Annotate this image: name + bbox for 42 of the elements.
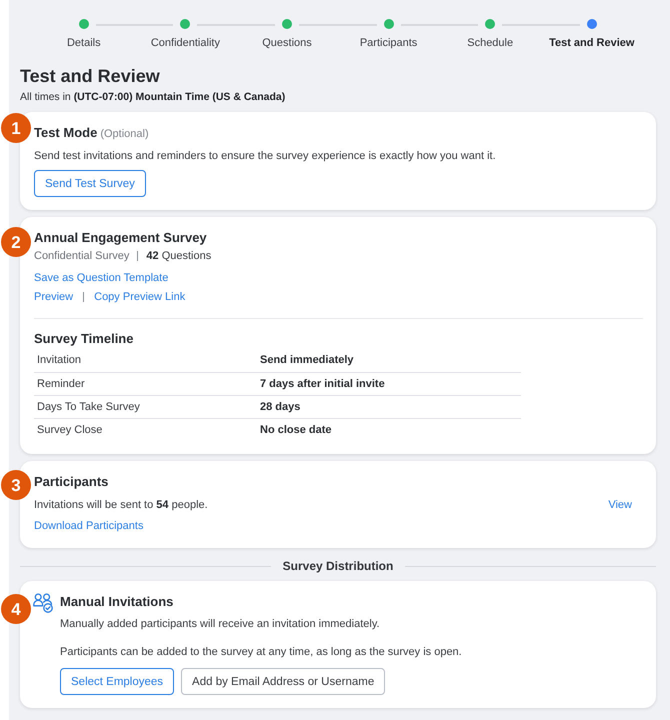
timeline-label: Days To Take Survey [37, 400, 140, 414]
timeline-value: Send immediately [260, 353, 354, 368]
people-check-icon [33, 593, 53, 613]
section-description: Manually added participants will receive an invitation immediately. [60, 617, 380, 631]
timezone-note: All times in (UTC-07:00) Mountain Time (US & Canada) [20, 90, 286, 104]
optional-note: (Optional) [100, 127, 149, 142]
number-badge: 4 [1, 594, 31, 624]
copy-preview-link[interactable]: Copy Preview Link [94, 290, 186, 304]
send-test-button[interactable]: Send Test Survey [34, 170, 146, 197]
timeline-label: Reminder [37, 376, 85, 390]
survey-type: Confidential Survey [34, 249, 130, 263]
preview-link[interactable]: Preview [34, 290, 74, 304]
step-label[interactable]: Participants [360, 36, 418, 50]
number-badge: 3 [1, 470, 31, 500]
section-title: Participants [34, 474, 108, 490]
section-title: Test Mode [34, 125, 98, 141]
view-link[interactable]: View [608, 498, 632, 512]
section-description: Participants can be added to the survey at any time, as long as the survey is open. [60, 645, 462, 659]
number-badge: 1 [1, 113, 31, 143]
number-badge: 2 [1, 227, 31, 257]
save-template-link[interactable]: Save as Question Template [34, 271, 168, 285]
timeline-value: No close date [260, 422, 332, 437]
step-label[interactable]: Details [66, 36, 101, 50]
section-title: Manual Invitations [60, 594, 174, 610]
timeline-label: Survey Close [37, 422, 102, 437]
timeline-value: 7 days after initial invite [260, 376, 385, 390]
download-participants-link[interactable]: Download Participants [34, 520, 144, 532]
participants-summary: Invitations will be sent to 54 people. [34, 498, 208, 512]
step-label[interactable]: Confidentiality [150, 36, 220, 50]
timeline-title: Survey Timeline [34, 331, 134, 347]
question-count: 42 Questions [146, 249, 212, 263]
step-label[interactable]: Test and Review [549, 36, 634, 50]
step-label[interactable]: Schedule [467, 36, 514, 50]
timeline-value: 28 days [260, 400, 300, 414]
timeline-label: Invitation [37, 353, 82, 368]
section-description: Send test invitations and reminders to ensure the survey experience is exactly how you want it. [34, 150, 496, 162]
survey-title: Annual Engagement Survey [34, 230, 207, 246]
section-divider-title: Survey Distribution [282, 558, 394, 574]
page-title: Test and Review [20, 65, 160, 87]
step-label[interactable]: Questions [262, 36, 312, 50]
add-by-email-button[interactable]: Add by Email Address or Username [181, 668, 386, 695]
select-employees-button[interactable]: Select Employees [60, 668, 174, 695]
